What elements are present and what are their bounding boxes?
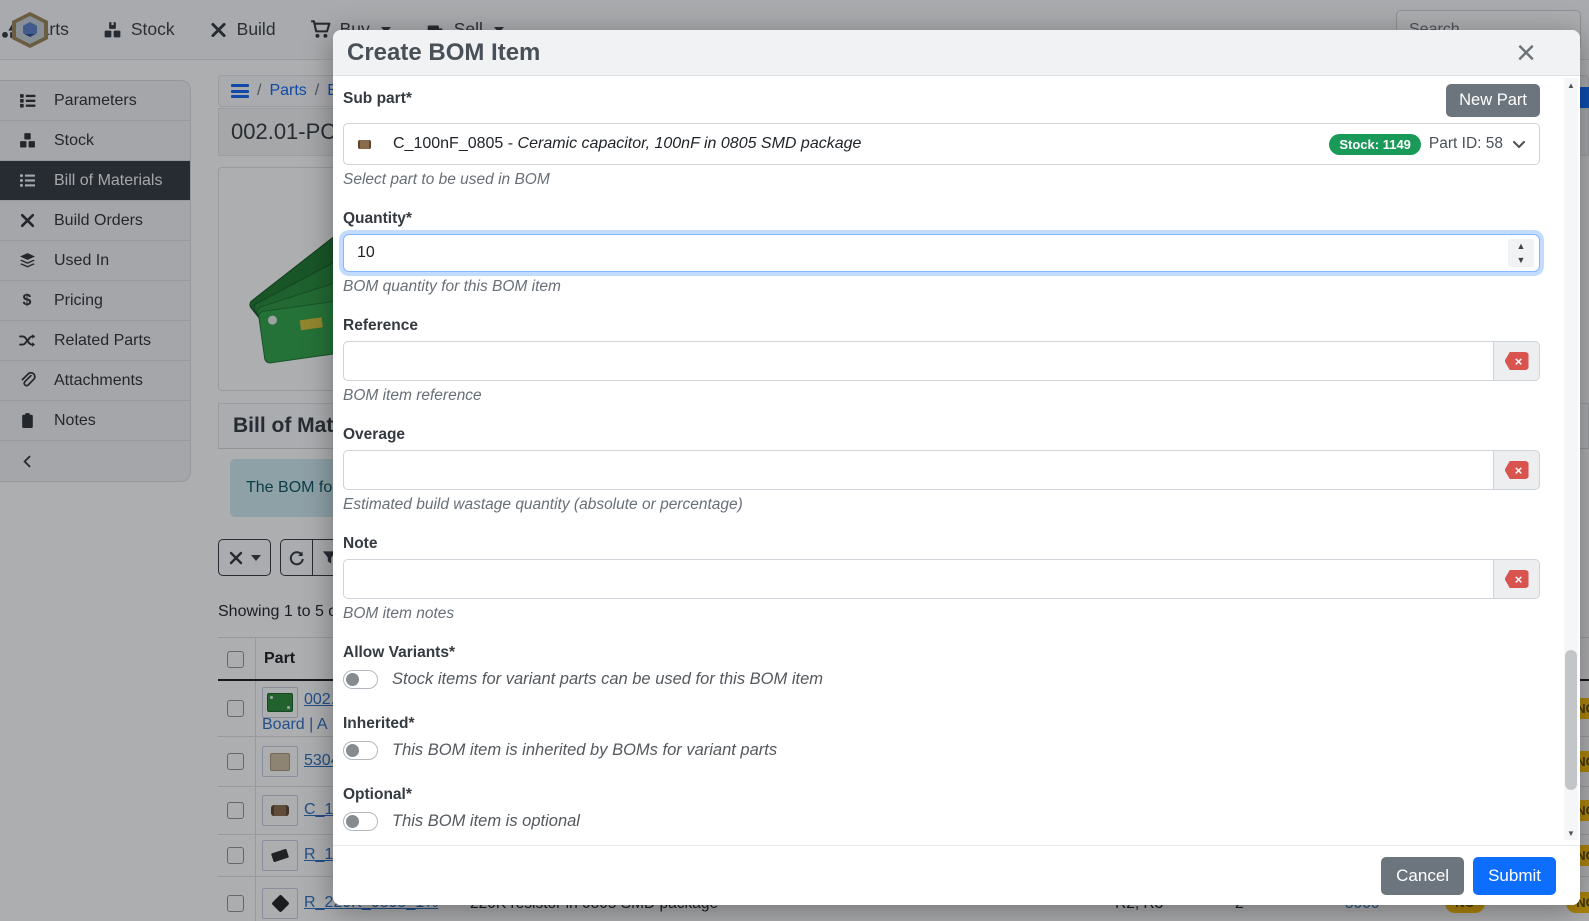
reference-label: Reference <box>343 317 1540 335</box>
optional-toggle[interactable] <box>343 812 378 831</box>
selected-part-name: C_100nF_0805 <box>393 135 503 153</box>
cancel-button[interactable]: Cancel <box>1381 857 1464 895</box>
modal-header: Create BOM Item × <box>333 30 1580 76</box>
allow-variants-toggle[interactable] <box>343 670 378 689</box>
field-sub-part: Sub part* New Part C_100nF_0805 - Cerami… <box>343 90 1540 189</box>
note-label: Note <box>343 535 1540 553</box>
inherited-toggle[interactable] <box>343 741 378 760</box>
inherited-help: This BOM item is inherited by BOMs for v… <box>392 741 777 760</box>
clear-note-button[interactable]: × <box>1493 559 1540 599</box>
optional-help: This BOM item is optional <box>392 812 580 831</box>
selected-part-separator: - <box>503 135 517 153</box>
scroll-down-icon[interactable]: ▼ <box>1564 826 1578 840</box>
overage-label: Overage <box>343 426 1540 444</box>
sub-part-select[interactable]: C_100nF_0805 - Ceramic capacitor, 100nF … <box>343 123 1540 165</box>
screen: Parts Stock Build Buy Sell <box>0 0 1589 921</box>
field-quantity: Quantity* ▲ ▼ BOM quantity for this BOM … <box>343 210 1540 296</box>
stock-badge: Stock: 1149 <box>1329 134 1421 155</box>
allow-variants-label: Allow Variants* <box>343 644 1540 662</box>
clear-x-icon: × <box>1505 461 1529 479</box>
field-reference: Reference × BOM item reference <box>343 317 1540 405</box>
field-note: Note × BOM item notes <box>343 535 1540 623</box>
field-optional: Optional* This BOM item is optional <box>343 786 1540 831</box>
scroll-up-icon[interactable]: ▲ <box>1564 78 1578 92</box>
quantity-stepper: ▲ ▼ <box>1508 239 1534 267</box>
modal-footer: Cancel Submit <box>333 845 1580 905</box>
part-id-text: Part ID: 58 <box>1429 135 1503 153</box>
clear-x-icon: × <box>1505 570 1529 588</box>
field-overage: Overage × Estimated build wastage quanti… <box>343 426 1540 514</box>
reference-input[interactable] <box>343 341 1493 381</box>
submit-button[interactable]: Submit <box>1473 857 1556 895</box>
quantity-input-wrap: ▲ ▼ <box>343 234 1540 272</box>
clear-reference-button[interactable]: × <box>1493 341 1540 381</box>
allow-variants-help: Stock items for variant parts can be use… <box>392 670 823 689</box>
quantity-help: BOM quantity for this BOM item <box>343 278 1540 296</box>
part-thumbnail-icon <box>358 140 371 149</box>
clear-overage-button[interactable]: × <box>1493 450 1540 490</box>
new-part-button[interactable]: New Part <box>1446 84 1540 117</box>
field-inherited: Inherited* This BOM item is inherited by… <box>343 715 1540 760</box>
overage-input[interactable] <box>343 450 1493 490</box>
stepper-up-icon[interactable]: ▲ <box>1508 239 1534 253</box>
field-allow-variants: Allow Variants* Stock items for variant … <box>343 644 1540 689</box>
chevron-down-icon <box>1511 136 1527 152</box>
create-bom-item-modal: Create BOM Item × Sub part* New Part C_1… <box>333 30 1580 905</box>
modal-scrollbar[interactable]: ▲ ▼ <box>1564 78 1578 840</box>
quantity-input[interactable] <box>344 244 1539 262</box>
inherited-label: Inherited* <box>343 715 1540 733</box>
selected-part-description: Ceramic capacitor, 100nF in 0805 SMD pac… <box>518 135 862 153</box>
clear-x-icon: × <box>1505 352 1529 370</box>
quantity-label: Quantity* <box>343 210 1540 228</box>
modal-body: Sub part* New Part C_100nF_0805 - Cerami… <box>333 76 1580 845</box>
note-input[interactable] <box>343 559 1493 599</box>
reference-help: BOM item reference <box>343 387 1540 405</box>
sub-part-help: Select part to be used in BOM <box>343 171 1540 189</box>
overage-help: Estimated build wastage quantity (absolu… <box>343 496 1540 514</box>
note-help: BOM item notes <box>343 605 1540 623</box>
scrollbar-thumb[interactable] <box>1565 650 1577 790</box>
modal-title: Create BOM Item <box>347 39 540 67</box>
stepper-down-icon[interactable]: ▼ <box>1508 253 1534 267</box>
optional-label: Optional* <box>343 786 1540 804</box>
close-icon[interactable]: × <box>1516 38 1536 68</box>
sub-part-label: Sub part* <box>343 90 412 108</box>
